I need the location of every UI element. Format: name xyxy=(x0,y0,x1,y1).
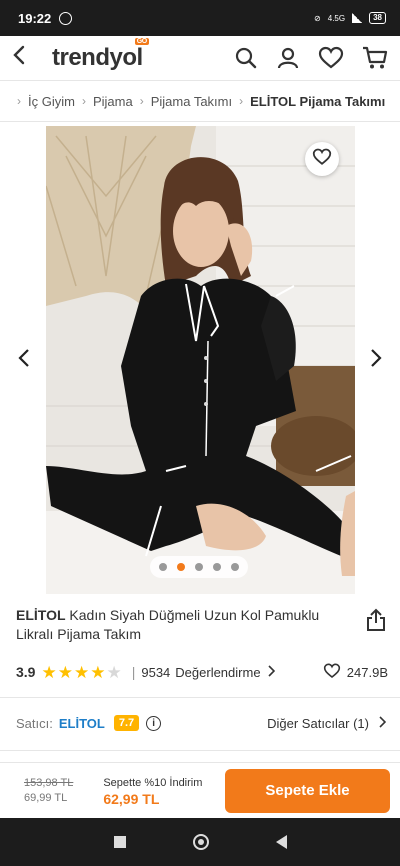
nav-back-icon[interactable] xyxy=(275,835,287,849)
breadcrumb-item[interactable]: Pijama Takımı xyxy=(151,94,232,109)
purchase-bar: 153,98 TL 69,99 TL Sepette %10 İndirim 6… xyxy=(0,762,400,818)
rating-row: 3.9 ★ ★ ★ ★ ★ | 9534 Değerlendirme 247.9… xyxy=(16,660,388,684)
cart-icon[interactable] xyxy=(362,46,388,70)
add-to-cart-button[interactable]: Sepete Ekle xyxy=(225,768,390,813)
promo-label: Sepette %10 İndirim xyxy=(103,776,203,789)
product-title-row: ELİTOL Kadın Siyah Düğmeli Uzun Kol Pamu… xyxy=(16,606,386,644)
gallery-pagination xyxy=(150,556,248,578)
likes[interactable]: 247.9B xyxy=(323,663,388,682)
gallery-dot[interactable] xyxy=(213,563,221,571)
separator: | xyxy=(131,664,136,680)
cart-promo: Sepette %10 İndirim 62,99 TL xyxy=(103,775,202,807)
breadcrumb-chevron-icon: › xyxy=(139,94,144,108)
search-icon[interactable] xyxy=(234,46,258,70)
battery-icon: 38 xyxy=(369,12,386,24)
product-title: ELİTOL Kadın Siyah Düğmeli Uzun Kol Pamu… xyxy=(16,606,336,644)
signal-icon xyxy=(352,13,363,23)
heart-outline-icon xyxy=(323,663,341,682)
breadcrumb-item[interactable]: İç Giyim xyxy=(28,94,75,109)
header-actions xyxy=(234,46,388,70)
star-empty-icon: ★ xyxy=(106,662,122,682)
logo-badge: GO xyxy=(134,38,149,45)
gallery-dot-active[interactable] xyxy=(177,563,185,571)
status-time: 19:22 xyxy=(18,10,52,26)
recent-apps-icon[interactable] xyxy=(113,836,126,848)
status-bar: 19:22 ⊘ 4.5G 38 xyxy=(0,0,400,36)
system-nav-bar xyxy=(0,818,400,866)
star-icon: ★ xyxy=(73,662,90,682)
product-photo[interactable] xyxy=(46,126,355,594)
divider xyxy=(0,750,400,751)
breadcrumb: › İç Giyim › Pijama › Pijama Takımı › EL… xyxy=(0,80,400,122)
seller-score-badge: 7.7 xyxy=(113,715,140,731)
chevron-right-icon[interactable] xyxy=(378,715,387,731)
app-header: trendyol GO xyxy=(0,36,400,80)
whatsapp-notification-icon xyxy=(59,11,73,25)
seller-name-link[interactable]: ELİTOL xyxy=(59,716,105,731)
gallery-next-icon[interactable] xyxy=(366,348,386,374)
divider xyxy=(0,697,400,698)
gallery-dot[interactable] xyxy=(159,563,167,571)
current-price: 69,99 TL xyxy=(24,791,68,804)
review-count[interactable]: 9534 xyxy=(141,665,170,680)
heart-icon xyxy=(312,148,332,171)
star-icon: ★ xyxy=(41,662,57,682)
breadcrumb-current[interactable]: ELİTOL Pijama Takımı xyxy=(250,94,385,109)
product-photo-illustration xyxy=(46,126,355,594)
gallery-prev-icon[interactable] xyxy=(14,348,34,374)
price-block: 153,98 TL 69,99 TL xyxy=(24,776,73,806)
rating-value: 3.9 xyxy=(16,664,36,680)
trendyol-logo[interactable]: trendyol GO xyxy=(52,38,149,72)
breadcrumb-chevron-icon: › xyxy=(81,94,86,108)
back-arrow-icon[interactable] xyxy=(12,45,38,71)
promo-price: 62,99 TL xyxy=(103,790,160,807)
status-indicators: ⊘ 4.5G 38 xyxy=(314,12,386,24)
seller-row: Satıcı: ELİTOL 7.7 i Diğer Satıcılar (1) xyxy=(16,708,387,738)
breadcrumb-item[interactable]: Pijama xyxy=(93,94,133,109)
info-icon[interactable]: i xyxy=(146,715,162,731)
chevron-right-icon[interactable] xyxy=(267,664,275,680)
seller-label: Satıcı: xyxy=(16,715,53,731)
account-icon[interactable] xyxy=(276,46,300,70)
add-to-favorites-button[interactable] xyxy=(305,142,339,176)
star-icon: ★ xyxy=(90,662,106,682)
product-brand[interactable]: ELİTOL xyxy=(16,607,66,623)
logo-text: trendyol xyxy=(52,44,143,71)
gallery-dot[interactable] xyxy=(195,563,203,571)
breadcrumb-chevron-icon: › xyxy=(17,94,21,108)
original-price: 153,98 TL xyxy=(24,776,74,789)
mute-icon: ⊘ xyxy=(314,13,321,23)
product-gallery xyxy=(0,126,400,594)
favorites-icon[interactable] xyxy=(318,46,344,70)
network-label: 4.5G xyxy=(327,13,346,23)
home-icon[interactable] xyxy=(192,834,209,850)
other-sellers-link[interactable]: Diğer Satıcılar (1) xyxy=(267,716,369,731)
star-icon: ★ xyxy=(57,662,73,682)
share-icon[interactable] xyxy=(366,608,386,644)
reviews-link[interactable]: Değerlendirme xyxy=(175,665,260,680)
gallery-dot[interactable] xyxy=(231,563,239,571)
likes-count: 247.9B xyxy=(346,664,388,680)
breadcrumb-chevron-icon: › xyxy=(239,94,244,108)
rating-stars: ★ ★ ★ ★ ★ xyxy=(41,664,121,681)
